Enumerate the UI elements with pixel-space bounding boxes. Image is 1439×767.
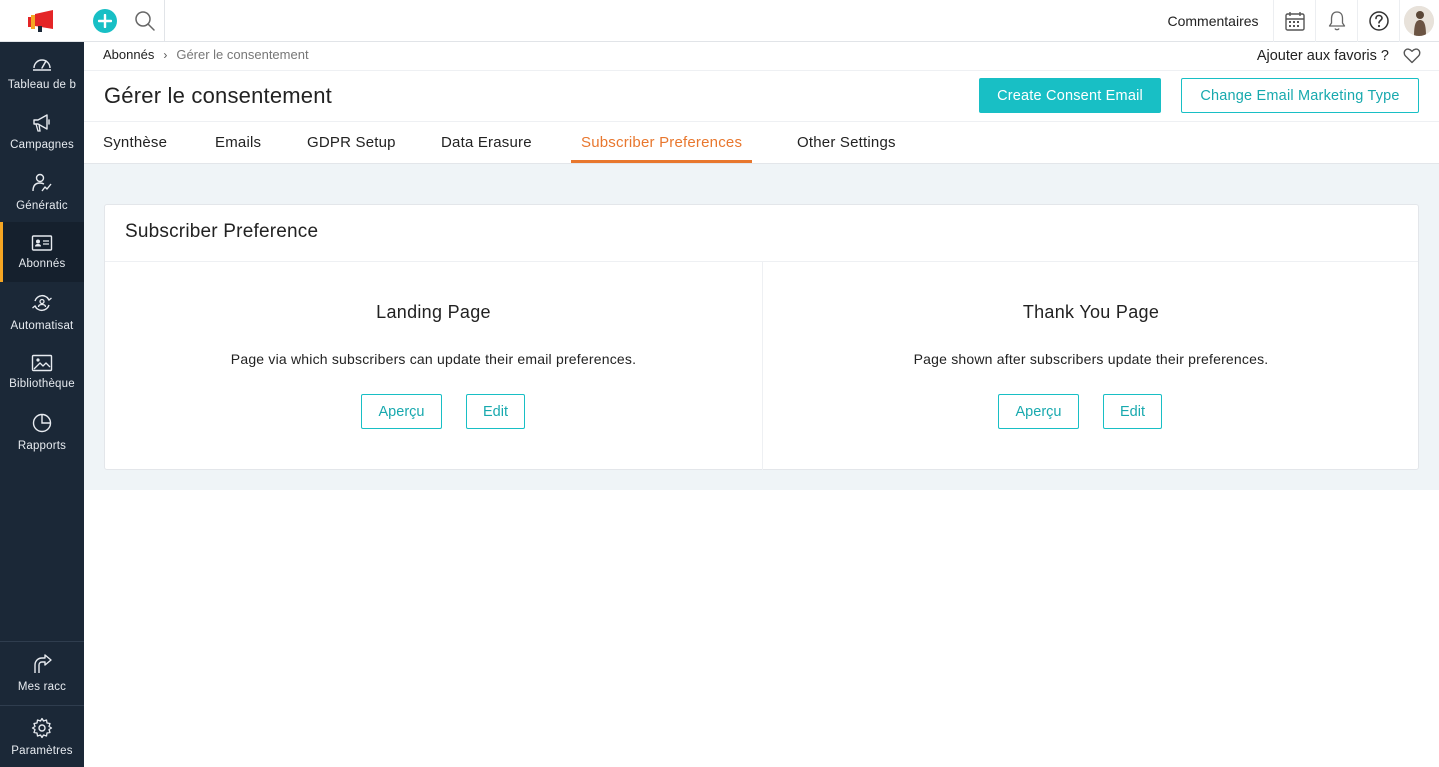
breadcrumb: Abonnés › Gérer le consentement [103,47,309,62]
avatar[interactable] [1404,6,1434,36]
search-button[interactable] [133,9,157,33]
user-avatar-icon [1404,6,1434,36]
favorites-label: Ajouter aux favoris ? [1256,48,1389,64]
sidebar-item-label: Tableau de b [7,79,77,91]
dashboard-icon [33,59,51,71]
sidebar-item-campaigns[interactable]: Campagnes [0,102,84,162]
main-content: Abonnés › Gérer le consentement Ajouter … [84,42,1439,767]
sidebar-item-automation[interactable]: Automatisat [0,282,84,342]
thank-you-edit-button[interactable]: Edit [1103,394,1162,429]
landing-preview-button[interactable]: Aperçu [361,394,442,429]
tab-other-settings[interactable]: Other Settings [797,122,896,164]
sidebar-item-label: Paramètres [11,744,73,757]
thank-you-page-description: Page shown after subscribers update thei… [913,351,1269,367]
sidebar-item-reports[interactable]: Rapports [0,402,84,462]
create-new-button[interactable] [93,9,117,33]
heart-icon[interactable] [1403,48,1421,64]
calendar-icon [1284,12,1305,31]
automation-icon [32,294,52,312]
gear-icon [31,717,53,738]
calendar-button[interactable] [1273,0,1315,42]
change-email-marketing-type-button[interactable]: Change Email Marketing Type [1181,78,1419,113]
sidebar-item-label: Automatisat [10,320,74,332]
help-button[interactable] [1357,0,1399,42]
breadcrumb-parent[interactable]: Abonnés [103,47,154,62]
landing-edit-button[interactable]: Edit [466,394,525,429]
megaphone-icon [33,114,50,132]
sidebar-item-settings[interactable]: Paramètres [0,706,84,767]
logo-icon [28,10,53,32]
plus-icon [98,14,112,28]
image-icon [31,354,53,372]
top-bar: Commentaires [0,0,1439,42]
landing-page-section: Landing Page Page via which subscribers … [105,262,763,470]
help-icon [1368,11,1389,31]
thank-you-page-section: Thank You Page Page shown after subscrib… [763,262,1419,470]
app-logo[interactable] [0,0,84,42]
card-title: Subscriber Preference [125,221,319,242]
subscriber-preference-card: Subscriber Preference Landing Page Page … [104,204,1419,470]
divider [164,0,165,42]
pie-chart-icon [32,413,52,433]
divider [84,70,1439,71]
feedback-link[interactable]: Commentaires [1152,0,1274,42]
sidebar-item-dashboard[interactable]: Tableau de b [0,42,84,102]
sidebar-item-label: Campagnes [10,139,74,151]
landing-page-description: Page via which subscribers can update th… [230,351,637,367]
page-title: Gérer le consentement [104,83,332,108]
tab-gdpr-setup[interactable]: GDPR Setup [307,122,396,164]
sidebar-item-label: Rapports [17,440,67,452]
sidebar-item-shortcuts[interactable]: Mes racc [0,642,84,704]
search-icon [135,11,155,31]
sidebar-item-library[interactable]: Bibliothèque [0,342,84,402]
tab-bar: Synthèse Emails GDPR Setup Data Erasure … [84,122,1439,164]
add-to-favorites[interactable]: Ajouter aux favoris ? [1257,48,1421,64]
sidebar-item-label: Abonnés [18,258,66,270]
breadcrumb-current: Gérer le consentement [176,47,309,62]
sidebar-item-label: Mes racc [17,681,67,693]
sidebar-item-label: Génératic [16,200,68,212]
landing-page-title: Landing Page [376,302,491,322]
lead-generation-icon [32,173,52,192]
bell-icon [1328,11,1345,31]
sidebar-item-label: Bibliothèque [9,378,75,390]
thank-you-preview-button[interactable]: Aperçu [998,394,1079,429]
thank-you-page-title: Thank You Page [1022,302,1160,322]
shortcut-icon [34,654,52,673]
tab-subscriber-preferences[interactable]: Subscriber Preferences [571,122,753,163]
chevron-right-icon: › [163,47,168,62]
tab-data-erasure[interactable]: Data Erasure [441,122,532,164]
sidebar-item-subscribers[interactable]: Abonnés [0,222,84,282]
tab-synthese[interactable]: Synthèse [103,122,167,164]
create-consent-email-button[interactable]: Create Consent Email [979,78,1161,113]
sidebar-item-lead-generation[interactable]: Génératic [0,162,84,222]
contact-card-icon [31,235,53,251]
tab-emails[interactable]: Emails [215,122,261,164]
notifications-button[interactable] [1315,0,1357,42]
sidebar: Tableau de b Campagnes Génératic Abonnés [0,42,84,767]
